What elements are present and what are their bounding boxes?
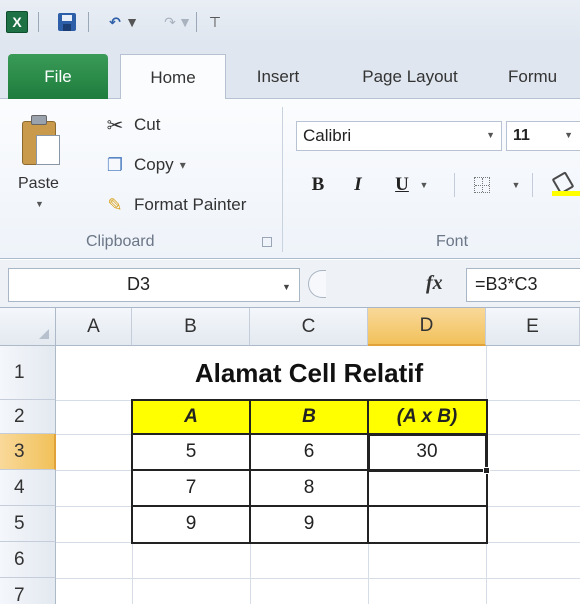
name-box[interactable]: D3 <box>8 268 300 302</box>
borders-icon <box>474 177 490 193</box>
row-header-2[interactable]: 2 <box>0 400 56 434</box>
font-size-select[interactable]: 11 ▼ <box>506 121 580 151</box>
formula-controls: fx <box>300 268 464 302</box>
toolbar-divider <box>454 173 455 197</box>
toolbar-divider <box>196 12 197 32</box>
insert-function-icon[interactable]: fx <box>426 272 443 295</box>
clipboard-launcher-icon[interactable] <box>262 237 272 247</box>
select-all-button[interactable] <box>0 308 56 346</box>
paste-icon[interactable] <box>22 115 62 167</box>
gridline <box>56 578 580 579</box>
table-border <box>249 399 251 544</box>
toolbar-divider <box>88 12 89 32</box>
active-cell-outline <box>367 433 488 472</box>
quick-access-toolbar: X ↶ ▼ ↷ ▼ ⊤ <box>0 0 580 44</box>
paint-bucket-icon <box>552 174 580 196</box>
row-header-1[interactable]: 1 <box>0 346 56 400</box>
row-header-7[interactable]: 7 <box>0 578 56 604</box>
tab-home[interactable]: Home <box>120 54 226 100</box>
scissors-icon: ✂ <box>106 114 124 137</box>
undo-dropdown-icon[interactable]: ▼ <box>125 11 139 33</box>
ribbon-tabs: File Home Insert Page Layout Formu <box>0 44 580 100</box>
cut-button[interactable]: ✂ Cut <box>100 111 161 139</box>
excel-icon[interactable]: X <box>6 11 28 33</box>
underline-dropdown-icon[interactable]: ▼ <box>418 171 430 199</box>
table-title-cell[interactable]: Alamat Cell Relatif <box>132 346 486 400</box>
copy-icon: ❐ <box>106 154 124 175</box>
tab-formulas[interactable]: Formu <box>508 54 580 99</box>
row-header-4[interactable]: 4 <box>0 470 56 506</box>
underline-button[interactable]: U <box>390 171 414 199</box>
column-header-e[interactable]: E <box>486 308 580 346</box>
row-header-6[interactable]: 6 <box>0 542 56 578</box>
ribbon-home: Paste ▼ ✂ Cut ❐ Copy ▾ ✎ Format Painter … <box>0 99 580 259</box>
formula-input[interactable]: =B3*C3 <box>466 268 580 302</box>
format-painter-button[interactable]: ✎ Format Painter <box>100 191 246 219</box>
borders-button[interactable] <box>470 171 494 199</box>
font-name-value: Calibri <box>303 126 352 145</box>
paste-button[interactable]: Paste <box>18 175 59 193</box>
column-header-a[interactable]: A <box>56 308 132 346</box>
customize-icon[interactable]: ⊤ <box>208 11 222 33</box>
borders-dropdown-icon[interactable]: ▼ <box>510 171 522 199</box>
table-border <box>131 505 488 507</box>
font-name-select[interactable]: Calibri ▼ <box>296 121 502 151</box>
redo-dropdown-icon[interactable]: ▼ <box>178 11 192 33</box>
fill-color-button[interactable] <box>546 171 580 199</box>
font-size-dropdown-icon: ▼ <box>564 130 573 140</box>
tab-insert[interactable]: Insert <box>238 54 318 99</box>
row-header-5[interactable]: 5 <box>0 506 56 542</box>
brush-icon: ✎ <box>107 194 123 215</box>
clipboard-group-label: Clipboard <box>86 233 155 250</box>
cut-label: Cut <box>134 115 161 134</box>
italic-button[interactable]: I <box>346 171 370 199</box>
copy-dropdown-icon[interactable]: ▾ <box>180 158 186 172</box>
toolbar-divider <box>532 173 533 197</box>
column-header-c[interactable]: C <box>250 308 368 346</box>
fill-handle[interactable] <box>483 467 490 474</box>
font-group-label: Font <box>436 233 469 250</box>
tab-page-layout[interactable]: Page Layout <box>340 54 480 99</box>
paste-dropdown-icon[interactable]: ▼ <box>35 199 44 209</box>
name-box-dropdown-icon[interactable]: ▼ <box>282 282 291 292</box>
toolbar-divider <box>38 12 39 32</box>
font-size-value: 11 <box>513 127 530 144</box>
formula-bar-grip[interactable] <box>308 270 326 298</box>
tab-file[interactable]: File <box>8 54 108 99</box>
column-header-d[interactable]: D <box>368 308 486 346</box>
font-name-dropdown-icon: ▼ <box>486 130 495 140</box>
copy-button[interactable]: ❐ Copy ▾ <box>100 151 186 179</box>
format-painter-label: Format Painter <box>134 195 247 214</box>
undo-icon[interactable]: ↶ <box>104 11 126 33</box>
redo-icon[interactable]: ↷ <box>160 11 180 33</box>
group-divider <box>282 107 283 252</box>
bold-button[interactable]: B <box>306 171 330 199</box>
column-header-b[interactable]: B <box>132 308 250 346</box>
save-icon[interactable] <box>56 11 78 33</box>
formula-bar: D3 ▼ fx =B3*C3 <box>0 260 580 308</box>
worksheet-grid[interactable]: A B C D E 1 2 3 4 5 6 7 Alamat Cell Rela… <box>0 308 580 604</box>
copy-label: Copy <box>134 155 174 174</box>
row-header-3[interactable]: 3 <box>0 434 56 470</box>
